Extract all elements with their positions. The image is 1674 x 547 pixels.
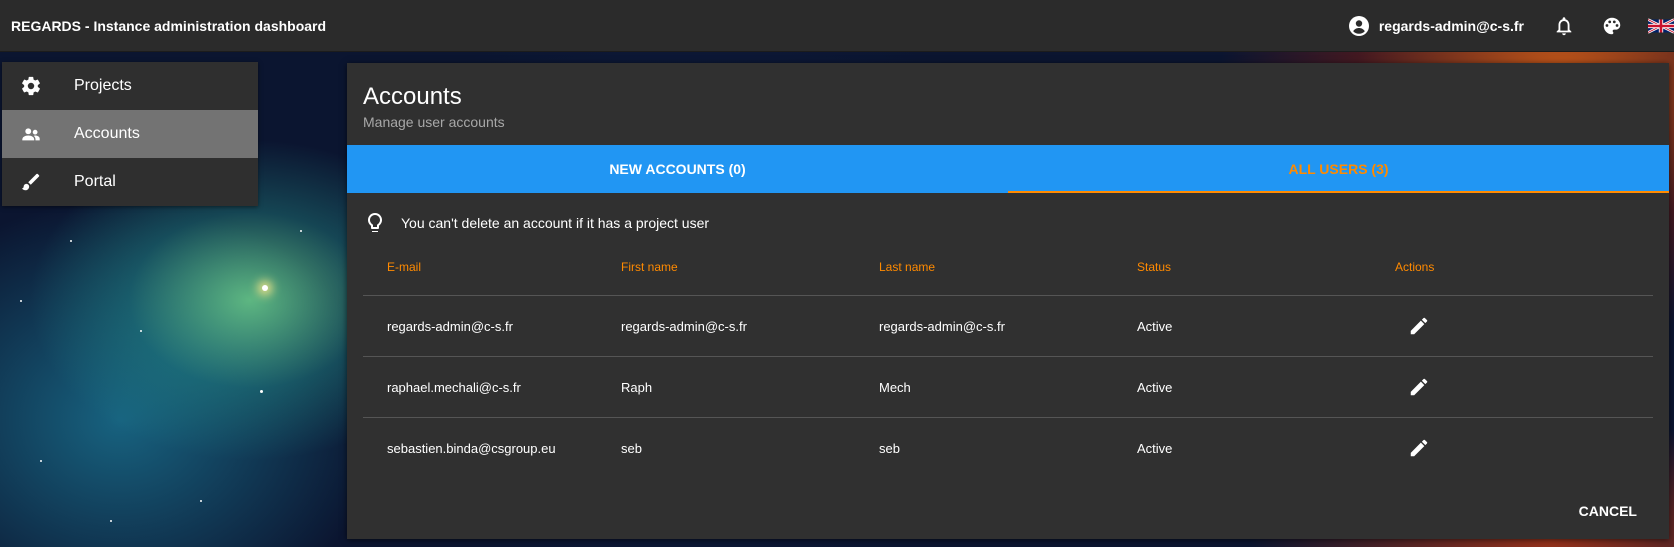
edit-button[interactable] xyxy=(1407,436,1431,460)
palette-icon xyxy=(1603,17,1621,34)
cell-actions xyxy=(1395,436,1653,460)
cell-last-name: Mech xyxy=(879,379,911,395)
cancel-button[interactable]: CANCEL xyxy=(1571,497,1645,525)
edit-button[interactable] xyxy=(1407,314,1431,338)
gear-icon xyxy=(19,74,43,98)
edit-button[interactable] xyxy=(1407,375,1431,399)
cell-first-name: Raph xyxy=(621,379,653,395)
cell-last-name: seb xyxy=(879,440,900,456)
page-subtitle: Manage user accounts xyxy=(363,114,505,130)
notifications-button[interactable] xyxy=(1552,14,1576,38)
table-row: raphael.mechali@c-s.fr Raph Mech Active xyxy=(363,357,1653,418)
sidebar-item-projects[interactable]: Projects xyxy=(2,62,258,110)
cell-email: raphael.mechali@c-s.fr xyxy=(387,379,521,395)
tab-new-accounts[interactable]: NEW ACCOUNTS (0) xyxy=(347,145,1008,193)
cell-email: regards-admin@c-s.fr xyxy=(387,318,513,334)
sidebar-item-label: Portal xyxy=(74,173,116,190)
language-button[interactable] xyxy=(1648,14,1674,38)
table-row: regards-admin@c-s.fr regards-admin@c-s.f… xyxy=(363,296,1653,357)
sidebar-item-label: Accounts xyxy=(74,125,140,142)
brush-icon xyxy=(19,170,43,194)
column-header-status[interactable]: Status xyxy=(1137,260,1395,274)
column-header-last-name[interactable]: Last name xyxy=(879,260,1137,274)
sidebar-item-label: Projects xyxy=(74,77,132,94)
people-icon xyxy=(19,122,43,146)
topbar-actions: regards-admin@c-s.fr xyxy=(1347,0,1674,52)
cell-actions xyxy=(1395,375,1653,399)
sidebar-item-accounts[interactable]: Accounts xyxy=(2,110,258,158)
cell-actions xyxy=(1395,314,1653,338)
table-header: E-mail First name Last name Status Actio… xyxy=(363,239,1653,296)
cell-first-name: seb xyxy=(621,440,642,456)
column-header-actions: Actions xyxy=(1395,260,1435,274)
bell-icon xyxy=(1556,16,1572,35)
cell-status: Active xyxy=(1137,318,1173,334)
column-header-email[interactable]: E-mail xyxy=(363,260,621,274)
accounts-card: Accounts Manage user accounts NEW ACCOUN… xyxy=(347,63,1669,539)
user-menu-button[interactable]: regards-admin@c-s.fr xyxy=(1347,14,1524,38)
cell-last-name: regards-admin@c-s.fr xyxy=(879,318,1005,334)
accounts-table: E-mail First name Last name Status Actio… xyxy=(363,239,1653,478)
user-email: regards-admin@c-s.fr xyxy=(1378,17,1524,34)
cell-email: sebastien.binda@csgroup.eu xyxy=(387,440,556,456)
pencil-icon xyxy=(1410,317,1428,335)
theme-button[interactable] xyxy=(1600,14,1624,38)
table-row: sebastien.binda@csgroup.eu seb seb Activ… xyxy=(363,418,1653,478)
cell-status: Active xyxy=(1137,379,1173,395)
sidebar-menu: Projects Accounts Portal xyxy=(2,62,258,206)
app-title: REGARDS - Instance administration dashbo… xyxy=(11,17,327,34)
tab-bar: NEW ACCOUNTS (0) ALL USERS (3) xyxy=(347,145,1669,193)
column-header-first-name[interactable]: First name xyxy=(621,260,879,274)
account-circle-icon xyxy=(1348,15,1369,36)
uk-flag-icon xyxy=(1648,17,1674,34)
tab-all-users[interactable]: ALL USERS (3) xyxy=(1008,145,1669,193)
pencil-icon xyxy=(1410,439,1428,457)
info-hint: You can't delete an account if it has a … xyxy=(363,211,709,235)
pencil-icon xyxy=(1410,378,1428,396)
hint-text: You can't delete an account if it has a … xyxy=(401,215,710,231)
cell-status: Active xyxy=(1137,440,1173,456)
sidebar-item-portal[interactable]: Portal xyxy=(2,158,258,206)
lightbulb-icon xyxy=(368,213,382,232)
top-app-bar: REGARDS - Instance administration dashbo… xyxy=(0,0,1674,52)
page-title: Accounts xyxy=(363,83,462,110)
cell-first-name: regards-admin@c-s.fr xyxy=(621,318,747,334)
